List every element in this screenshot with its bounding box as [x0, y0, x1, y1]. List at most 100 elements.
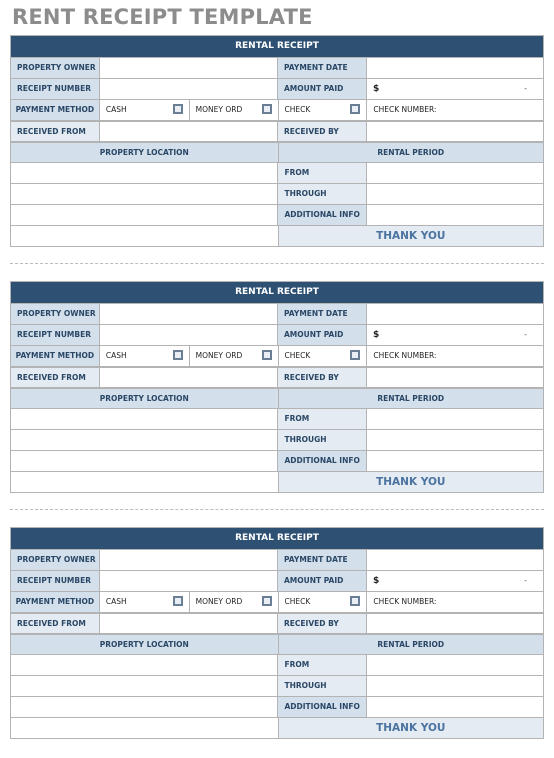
row-owner-date: PROPERTY OWNER PAYMENT DATE: [11, 57, 543, 78]
amount-paid-label: AMOUNT PAID: [277, 571, 366, 591]
row-received: RECEIVED FROM RECEIVED BY: [11, 366, 543, 387]
receipt-number-field[interactable]: [99, 79, 277, 99]
payment-date-field[interactable]: [366, 304, 543, 324]
cash-option[interactable]: CASH: [98, 100, 189, 120]
additional-info-field[interactable]: [366, 451, 543, 471]
money-order-checkbox[interactable]: [261, 596, 272, 606]
cash-checkbox[interactable]: [172, 596, 183, 606]
from-field[interactable]: [366, 409, 543, 429]
property-location-line-1[interactable]: [11, 655, 277, 675]
row-from: FROM: [11, 408, 543, 429]
row-through: THROUGH: [11, 183, 543, 204]
cash-option[interactable]: CASH: [98, 346, 189, 366]
from-label: FROM: [277, 409, 367, 429]
received-by-field[interactable]: [366, 368, 543, 387]
currency-symbol: $: [373, 576, 380, 586]
row-owner-date: PROPERTY OWNER PAYMENT DATE: [11, 303, 543, 324]
amount-paid-field[interactable]: $ -: [366, 325, 543, 345]
additional-info-label: ADDITIONAL INFO: [277, 205, 367, 225]
check-number-field[interactable]: CHECK NUMBER:: [366, 346, 543, 366]
amount-value: -: [524, 576, 527, 585]
rental-receipt-3: RENTAL RECEIPT PROPERTY OWNER PAYMENT DA…: [10, 527, 544, 739]
payment-date-field[interactable]: [366, 550, 543, 570]
payment-date-field[interactable]: [366, 58, 543, 78]
property-location-line-4[interactable]: [11, 718, 278, 738]
property-location-line-3[interactable]: [11, 697, 277, 717]
property-location-line-4[interactable]: [11, 472, 278, 492]
row-from: FROM: [11, 654, 543, 675]
row-payment-method: PAYMENT METHOD CASH MONEY ORD CHECK CHEC…: [11, 345, 543, 366]
property-location-line-3[interactable]: [11, 205, 277, 225]
check-checkbox[interactable]: [350, 596, 361, 606]
check-label: CHECK: [284, 597, 311, 606]
check-checkbox[interactable]: [350, 104, 361, 114]
cash-checkbox[interactable]: [172, 350, 183, 360]
check-number-field[interactable]: CHECK NUMBER:: [366, 100, 543, 120]
row-from: FROM: [11, 162, 543, 183]
received-by-field[interactable]: [366, 122, 543, 141]
receipt-header: RENTAL RECEIPT: [11, 282, 543, 303]
cash-option[interactable]: CASH: [98, 592, 189, 612]
money-order-option[interactable]: MONEY ORD: [188, 100, 278, 120]
received-from-field[interactable]: [99, 368, 277, 387]
payment-date-label: PAYMENT DATE: [277, 550, 366, 570]
property-location-line-2[interactable]: [11, 430, 277, 450]
through-field[interactable]: [366, 430, 543, 450]
row-number-amount: RECEIPT NUMBER AMOUNT PAID $ -: [11, 78, 543, 99]
through-field[interactable]: [366, 676, 543, 696]
money-order-checkbox[interactable]: [261, 350, 272, 360]
check-option[interactable]: CHECK: [277, 592, 367, 612]
property-owner-label: PROPERTY OWNER: [11, 550, 99, 570]
receipt-number-field[interactable]: [99, 571, 277, 591]
property-location-line-4[interactable]: [11, 226, 278, 246]
money-order-checkbox[interactable]: [261, 104, 272, 114]
property-owner-field[interactable]: [99, 58, 277, 78]
row-payment-method: PAYMENT METHOD CASH MONEY ORD CHECK CHEC…: [11, 591, 543, 612]
row-section-headers: PROPERTY LOCATION RENTAL PERIOD: [11, 633, 543, 654]
payment-date-label: PAYMENT DATE: [277, 304, 366, 324]
cash-checkbox[interactable]: [172, 104, 183, 114]
money-order-option[interactable]: MONEY ORD: [188, 346, 278, 366]
property-owner-field[interactable]: [99, 550, 277, 570]
received-from-field[interactable]: [99, 614, 277, 633]
money-order-option[interactable]: MONEY ORD: [188, 592, 278, 612]
check-option[interactable]: CHECK: [277, 346, 367, 366]
rental-period-header: RENTAL PERIOD: [277, 389, 543, 408]
check-option[interactable]: CHECK: [277, 100, 367, 120]
received-by-label: RECEIVED BY: [277, 368, 366, 387]
amount-paid-field[interactable]: $ -: [366, 571, 543, 591]
receipt-header: RENTAL RECEIPT: [11, 36, 543, 57]
additional-info-field[interactable]: [366, 697, 543, 717]
check-checkbox[interactable]: [350, 350, 361, 360]
payment-date-label: PAYMENT DATE: [277, 58, 366, 78]
property-location-line-1[interactable]: [11, 163, 277, 183]
from-field[interactable]: [366, 655, 543, 675]
cut-line-1: [10, 263, 544, 264]
thank-you-text: THANK YOU: [277, 718, 543, 738]
check-number-field[interactable]: CHECK NUMBER:: [366, 592, 543, 612]
through-label: THROUGH: [277, 184, 367, 204]
receipt-header: RENTAL RECEIPT: [11, 528, 543, 549]
property-location-line-3[interactable]: [11, 451, 277, 471]
property-location-line-2[interactable]: [11, 184, 277, 204]
property-location-header: PROPERTY LOCATION: [11, 143, 278, 162]
from-label: FROM: [277, 655, 367, 675]
payment-method-label: PAYMENT METHOD: [11, 100, 99, 120]
received-from-field[interactable]: [99, 122, 277, 141]
received-by-field[interactable]: [366, 614, 543, 633]
additional-info-field[interactable]: [366, 205, 543, 225]
row-owner-date: PROPERTY OWNER PAYMENT DATE: [11, 549, 543, 570]
property-location-line-1[interactable]: [11, 409, 277, 429]
row-number-amount: RECEIPT NUMBER AMOUNT PAID $ -: [11, 324, 543, 345]
row-thank-you: THANK YOU: [11, 717, 543, 738]
additional-info-label: ADDITIONAL INFO: [277, 697, 367, 717]
through-field[interactable]: [366, 184, 543, 204]
receipt-number-label: RECEIPT NUMBER: [11, 325, 99, 345]
from-field[interactable]: [366, 163, 543, 183]
check-number-label: CHECK NUMBER:: [373, 105, 437, 114]
property-owner-field[interactable]: [99, 304, 277, 324]
amount-paid-field[interactable]: $ -: [366, 79, 543, 99]
receipt-number-field[interactable]: [99, 325, 277, 345]
property-location-line-2[interactable]: [11, 676, 277, 696]
money-order-label: MONEY ORD: [195, 105, 243, 114]
